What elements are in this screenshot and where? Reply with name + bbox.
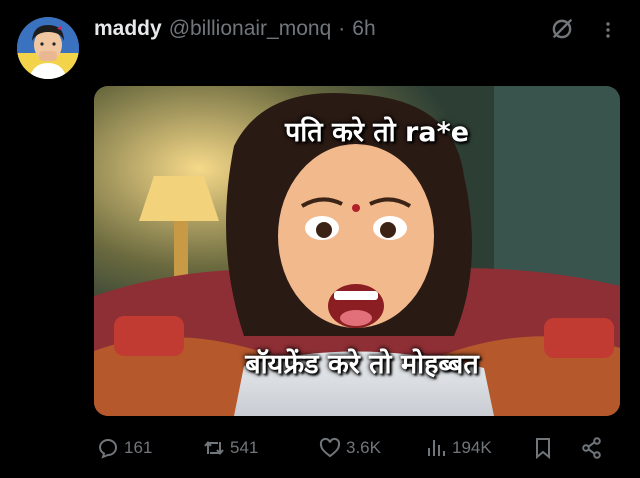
action-bar: 161 541 3.6K 194K [94,430,620,466]
repost-button[interactable]: 541 [202,430,258,466]
tweet-header: maddy @billionair_monq · 6h [94,14,376,44]
more-icon[interactable] [596,18,620,42]
views-button[interactable]: 194K [424,430,492,466]
meme-caption-top: पति करे तो ra*e [284,117,470,148]
tweet: maddy @billionair_monq · 6h पति करे तो r… [0,0,640,478]
grok-icon[interactable] [549,16,575,42]
bookmark-button[interactable] [531,430,555,466]
reply-button[interactable]: 161 [96,430,152,466]
avatar[interactable] [17,17,79,79]
display-name[interactable]: maddy [94,17,162,41]
views-count: 194K [452,438,492,457]
timestamp[interactable]: 6h [352,17,375,41]
like-count: 3.6K [346,438,381,457]
repost-count: 541 [230,438,259,457]
separator: · [338,17,346,40]
reply-count: 161 [124,438,153,457]
repost-icon [204,440,224,456]
share-button[interactable] [580,430,604,466]
share-icon [582,437,601,459]
like-icon [319,437,341,458]
bookmark-icon [536,438,550,460]
meme-caption-bottom: बॉयफ्रेंड करे तो मोहब्बत [245,349,479,380]
reply-icon [98,439,117,459]
post-media-image[interactable]: पति करे तो ra*e बॉयफ्रेंड करे तो मोहब्बत [94,86,620,416]
views-icon [428,440,445,456]
like-button[interactable]: 3.6K [318,430,381,466]
user-handle[interactable]: @billionair_monq [169,17,332,41]
